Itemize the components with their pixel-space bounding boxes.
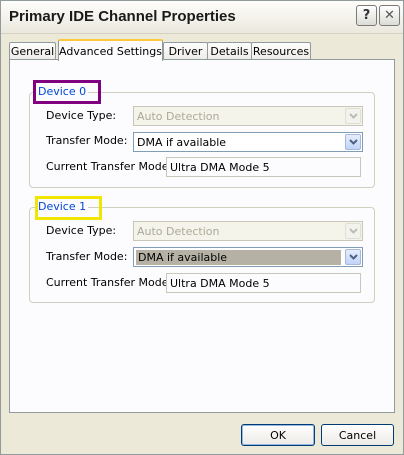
chevron-down-icon bbox=[345, 108, 361, 124]
device-1-highlight-box bbox=[35, 196, 102, 220]
device-0-transfer-value: DMA if available bbox=[137, 136, 227, 149]
device-0-type-select[interactable]: Auto Detection bbox=[133, 106, 363, 126]
ok-button-label: OK bbox=[270, 428, 286, 442]
device-1-type-label: Device Type: bbox=[46, 224, 117, 237]
close-icon: ✕ bbox=[384, 8, 395, 23]
tab-driver[interactable]: Driver bbox=[163, 42, 208, 60]
properties-dialog: Primary IDE Channel Properties ? ✕ Gener… bbox=[0, 0, 404, 455]
tab-resources[interactable]: Resources bbox=[251, 42, 311, 60]
help-button[interactable]: ? bbox=[356, 5, 377, 26]
device-1-type-value: Auto Detection bbox=[137, 225, 220, 238]
cancel-button-label: Cancel bbox=[338, 428, 377, 442]
device-1-transfer-value: DMA if available bbox=[136, 250, 341, 265]
device-0-transfer-select[interactable]: DMA if available bbox=[133, 132, 363, 152]
chevron-down-icon[interactable] bbox=[345, 134, 361, 150]
device-1-current-label: Current Transfer Mode: bbox=[46, 276, 173, 289]
device-1-transfer-label: Transfer Mode: bbox=[46, 250, 128, 263]
device-1-current-value: Ultra DMA Mode 5 bbox=[170, 277, 270, 290]
chevron-down-icon bbox=[345, 223, 361, 239]
tab-general[interactable]: General bbox=[9, 42, 56, 60]
tab-advanced-settings[interactable]: Advanced Settings bbox=[58, 39, 163, 61]
device-0-type-label: Device Type: bbox=[46, 109, 117, 122]
device-0-current-field: Ultra DMA Mode 5 bbox=[166, 157, 361, 177]
tab-label: Resources bbox=[252, 45, 310, 58]
help-icon: ? bbox=[362, 8, 371, 23]
tab-label: Details bbox=[210, 45, 249, 58]
device-0-current-value: Ultra DMA Mode 5 bbox=[170, 161, 270, 174]
tab-details[interactable]: Details bbox=[207, 42, 252, 60]
device-0-current-label: Current Transfer Mode: bbox=[46, 160, 173, 173]
tab-label: Driver bbox=[168, 45, 203, 58]
device-1-current-field: Ultra DMA Mode 5 bbox=[166, 273, 361, 293]
device-1-type-select[interactable]: Auto Detection bbox=[133, 221, 363, 241]
chevron-down-icon[interactable] bbox=[345, 249, 361, 265]
window-title: Primary IDE Channel Properties bbox=[9, 8, 236, 25]
tab-label: Advanced Settings bbox=[59, 44, 162, 58]
device-0-highlight-box bbox=[33, 80, 101, 104]
device-0-type-value: Auto Detection bbox=[137, 110, 220, 123]
ok-button[interactable]: OK bbox=[241, 424, 315, 446]
tab-label: General bbox=[10, 45, 55, 58]
device-1-transfer-select[interactable]: DMA if available bbox=[133, 247, 363, 267]
cancel-button[interactable]: Cancel bbox=[321, 424, 394, 446]
title-bar[interactable]: Primary IDE Channel Properties ? ✕ bbox=[1, 1, 403, 34]
close-button[interactable]: ✕ bbox=[379, 5, 400, 26]
device-0-transfer-label: Transfer Mode: bbox=[46, 134, 128, 147]
